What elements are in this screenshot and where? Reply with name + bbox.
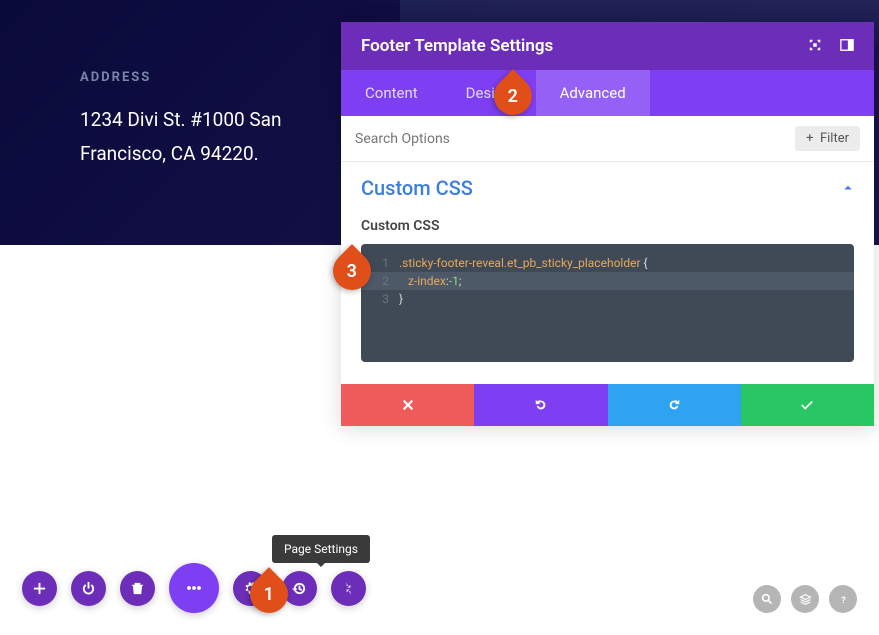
address-text: 1234 Divi St. #1000 San Francisco, CA 94… — [80, 103, 282, 171]
add-button[interactable] — [22, 571, 57, 606]
save-button[interactable] — [741, 384, 874, 426]
chevron-up-icon — [842, 182, 854, 194]
panel-title: Footer Template Settings — [361, 36, 553, 56]
code-editor[interactable]: 1.sticky-footer-reveal.et_pb_sticky_plac… — [361, 244, 854, 362]
expand-icon[interactable] — [808, 37, 822, 56]
undo-button[interactable] — [474, 384, 607, 426]
settings-panel: Footer Template Settings Content Design … — [341, 22, 874, 426]
callout-3: 3 — [333, 252, 371, 290]
section-title: Custom CSS — [361, 176, 473, 200]
layers-icon[interactable] — [791, 585, 819, 613]
dots-button[interactable] — [169, 563, 219, 613]
tab-advanced[interactable]: Advanced — [536, 70, 650, 116]
tabs: Content Design Advanced — [341, 70, 874, 116]
tooltip: Page Settings — [272, 535, 370, 563]
redo-button[interactable] — [608, 384, 741, 426]
field-label: Custom CSS — [361, 218, 854, 234]
dock-icon[interactable] — [840, 37, 854, 56]
cancel-button[interactable] — [341, 384, 474, 426]
help-icon[interactable]: ? — [829, 585, 857, 613]
search-input[interactable] — [355, 131, 795, 147]
section-toggle[interactable]: Custom CSS — [361, 176, 854, 200]
zoom-icon[interactable] — [753, 585, 781, 613]
svg-text:?: ? — [841, 595, 846, 605]
callout-1: 1 — [250, 575, 288, 613]
filter-button[interactable]: + Filter — [795, 126, 860, 151]
callout-2: 2 — [494, 77, 532, 115]
tab-content[interactable]: Content — [341, 70, 442, 116]
address-label: ADDRESS — [80, 70, 282, 85]
arrows-button[interactable] — [331, 571, 366, 606]
power-button[interactable] — [71, 571, 106, 606]
trash-button[interactable] — [120, 571, 155, 606]
